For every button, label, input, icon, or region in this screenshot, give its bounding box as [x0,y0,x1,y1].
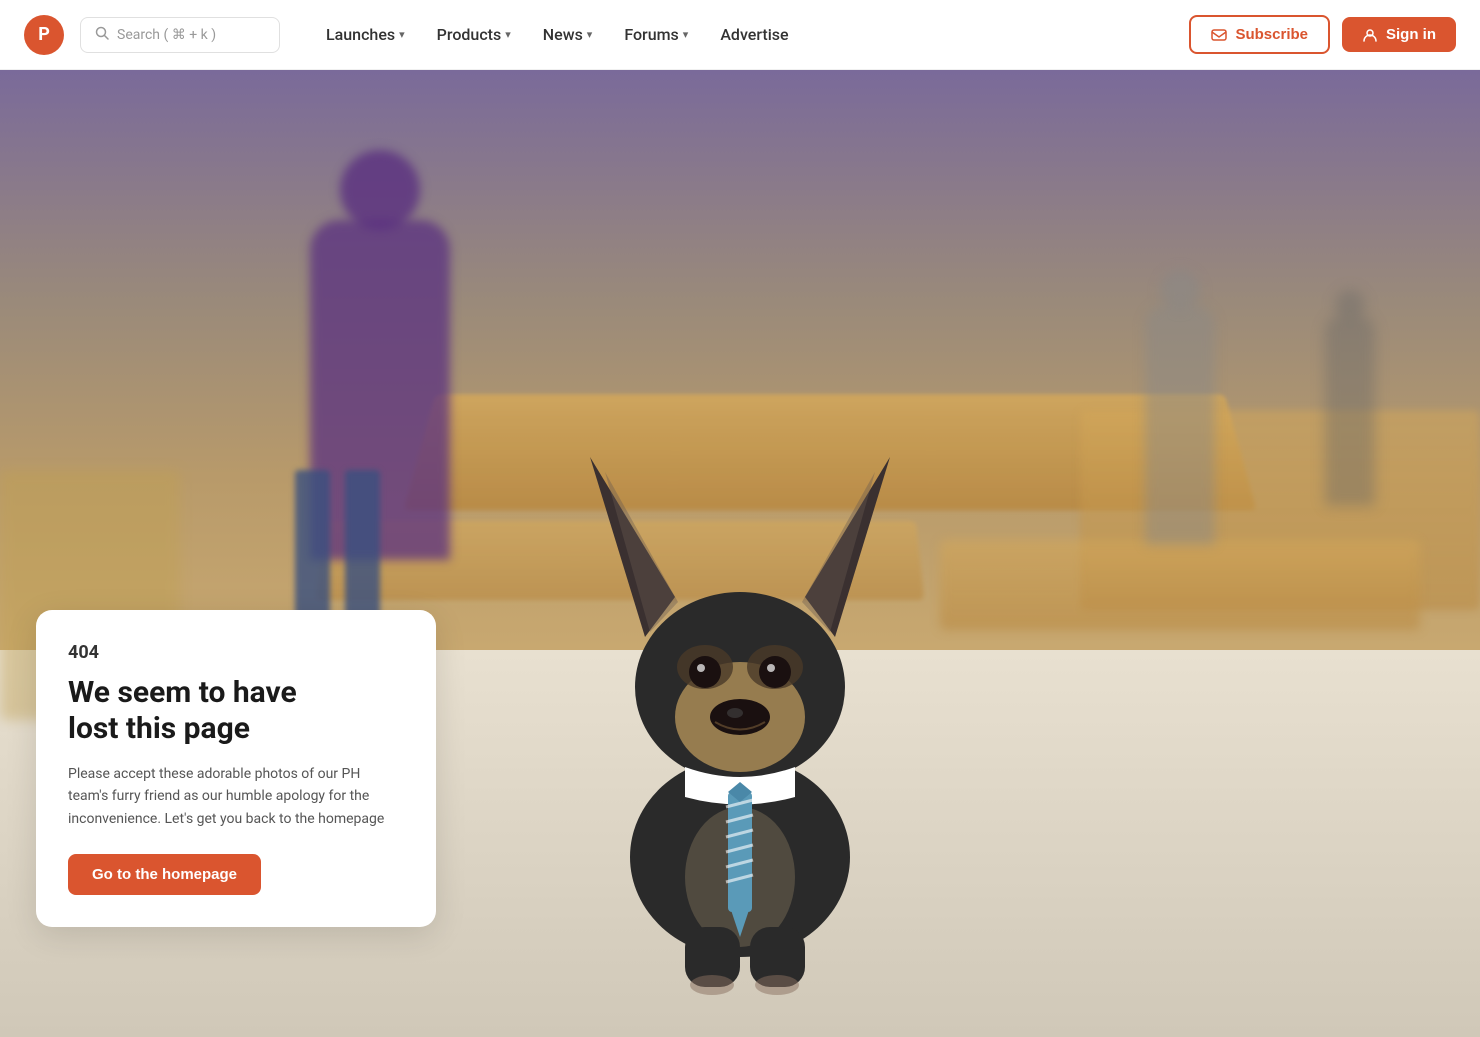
chevron-down-icon: ▾ [587,28,593,41]
search-icon [95,26,109,44]
logo-letter: P [38,24,50,45]
signin-icon [1362,27,1378,43]
person-2 [1140,270,1220,570]
nav-advertise-label: Advertise [720,25,788,44]
error-description: Please accept these adorable photos of o… [68,763,404,830]
error-title-line2: lost this page [68,711,250,746]
nav-products-label: Products [437,25,502,44]
go-to-homepage-button[interactable]: Go to the homepage [68,854,261,895]
subscribe-button[interactable]: Subscribe [1189,15,1330,54]
error-title: We seem to have lost this page [68,675,404,747]
nav-item-forums[interactable]: Forums ▾ [610,17,702,52]
chevron-down-icon: ▾ [399,28,405,41]
chevron-down-icon: ▾ [683,28,689,41]
nav-right: Subscribe Sign in [1189,15,1456,54]
subscribe-icon [1211,27,1227,43]
search-placeholder: Search ( ⌘ + k ) [117,27,216,43]
nav-links: Launches ▾ Products ▾ News ▾ Forums ▾ Ad… [312,17,1189,52]
nav-item-launches[interactable]: Launches ▾ [312,17,419,52]
subscribe-label: Subscribe [1235,26,1308,43]
nav-item-advertise[interactable]: Advertise [706,17,802,52]
nav-launches-label: Launches [326,25,395,44]
person-3 [1320,290,1380,530]
error-title-line1: We seem to have [68,675,297,710]
signin-label: Sign in [1386,26,1436,43]
nav-news-label: News [543,25,583,44]
navbar: P Search ( ⌘ + k ) Launches ▾ Products ▾… [0,0,1480,70]
nav-item-products[interactable]: Products ▾ [423,17,525,52]
search-box[interactable]: Search ( ⌘ + k ) [80,17,280,53]
error-code: 404 [68,642,404,663]
dog-image [530,257,950,1037]
chevron-down-icon: ▾ [505,28,511,41]
error-card: 404 We seem to have lost this page Pleas… [36,610,436,927]
nav-item-news[interactable]: News ▾ [529,17,607,52]
nav-forums-label: Forums [624,25,678,44]
logo[interactable]: P [24,15,64,55]
signin-button[interactable]: Sign in [1342,17,1456,52]
